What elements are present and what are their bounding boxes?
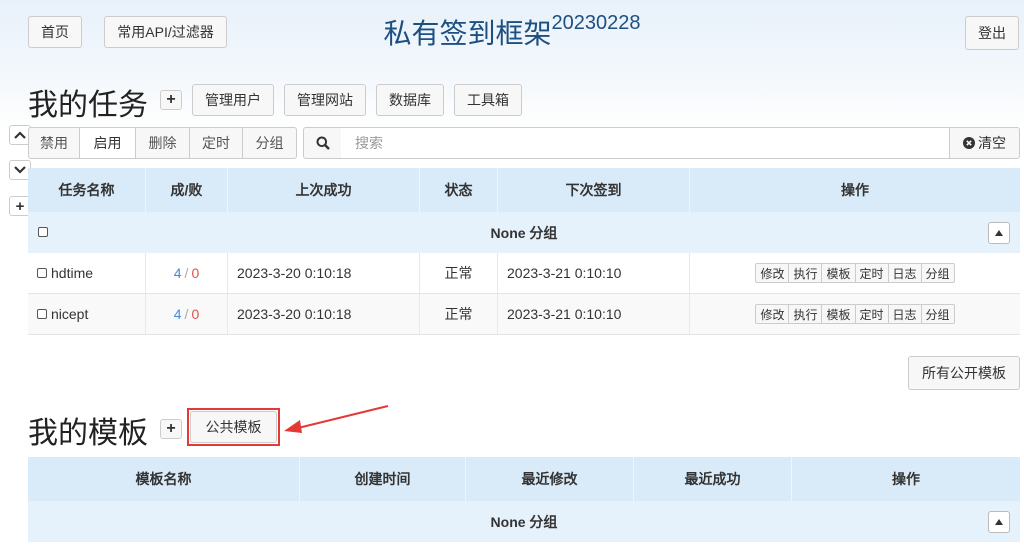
operations-cell: 修改 执行 模板 定时 日志 分组 — [690, 294, 1020, 334]
clear-icon — [963, 137, 975, 149]
chevron-up-icon — [14, 131, 26, 139]
group-op-button[interactable]: 分组 — [920, 304, 955, 324]
col-task-name[interactable]: 任务名称 — [28, 168, 146, 212]
last-success-cell: 2023-3-20 0:10:18 — [228, 294, 420, 334]
task-group-row: None 分组 — [28, 212, 1020, 253]
all-public-templates-button[interactable]: 所有公开模板 — [908, 356, 1020, 390]
table-row: nicept 4 / 0 2023-3-20 0:10:18 正常 2023-3… — [28, 294, 1020, 335]
count-separator: / — [184, 306, 189, 322]
search-button[interactable] — [303, 127, 342, 159]
group-label: None 分组 — [490, 224, 558, 241]
template-button[interactable]: 模板 — [821, 304, 856, 324]
task-table-header: 任务名称 成/败 上次成功 状态 下次签到 操作 — [28, 168, 1020, 212]
plus-icon: + — [166, 420, 176, 437]
add-task-button[interactable]: + — [160, 90, 182, 110]
col-success-fail[interactable]: 成/败 — [146, 168, 228, 212]
count-separator: / — [184, 265, 189, 281]
caret-up-icon — [995, 230, 1003, 236]
enable-button[interactable]: 启用 — [79, 127, 136, 159]
row-checkbox[interactable] — [37, 309, 47, 319]
logout-button[interactable]: 登出 — [965, 16, 1019, 50]
plus-icon: + — [166, 91, 176, 108]
delete-button[interactable]: 删除 — [135, 127, 190, 159]
success-fail-cell: 4 / 0 — [146, 294, 228, 334]
log-button[interactable]: 日志 — [887, 304, 922, 324]
disable-button[interactable]: 禁用 — [28, 127, 80, 159]
col-template-operations: 操作 — [892, 471, 920, 487]
status-cell: 正常 — [420, 294, 498, 334]
fail-count: 0 — [191, 265, 200, 281]
success-fail-cell: 4 / 0 — [146, 253, 228, 293]
timer-button[interactable]: 定时 — [854, 263, 889, 283]
template-button[interactable]: 模板 — [821, 263, 856, 283]
col-template-name[interactable]: 模板名称 — [28, 457, 300, 501]
search-icon — [316, 136, 330, 150]
run-button[interactable]: 执行 — [788, 263, 823, 283]
search-input[interactable]: 搜索 — [341, 127, 950, 159]
edit-button[interactable]: 修改 — [755, 263, 790, 283]
manage-sites-button[interactable]: 管理网站 — [284, 84, 366, 116]
plus-icon: + — [15, 197, 25, 215]
col-last-success[interactable]: 最近成功 — [634, 457, 792, 501]
run-button[interactable]: 执行 — [788, 304, 823, 324]
toolbox-button[interactable]: 工具箱 — [454, 84, 522, 116]
chevron-down-icon — [14, 166, 26, 174]
table-row — [28, 542, 1020, 557]
annotation-highlight-box — [187, 408, 280, 446]
last-success-cell: 2023-3-20 0:10:18 — [228, 253, 420, 293]
table-row: hdtime 4 / 0 2023-3-20 0:10:18 正常 2023-3… — [28, 253, 1020, 294]
success-count: 4 — [173, 306, 182, 322]
manage-users-button[interactable]: 管理用户 — [192, 84, 274, 116]
version-label: 20230228 — [551, 11, 641, 34]
col-operations: 操作 — [841, 182, 869, 198]
col-last-modified[interactable]: 最近修改 — [466, 457, 634, 501]
collapse-group-button[interactable] — [988, 511, 1010, 533]
templates-heading: 我的模板 — [28, 417, 148, 450]
schedule-button[interactable]: 定时 — [189, 127, 243, 159]
add-template-button[interactable]: + — [160, 419, 182, 439]
col-last-success[interactable]: 上次成功 — [228, 168, 420, 212]
row-checkbox[interactable] — [37, 268, 47, 278]
annotation-arrow-icon — [284, 405, 389, 433]
status-cell: 正常 — [420, 253, 498, 293]
task-name[interactable]: hdtime — [51, 265, 93, 281]
template-group-row: None 分组 — [28, 501, 1020, 542]
fail-count: 0 — [191, 306, 200, 322]
group-button[interactable]: 分组 — [242, 127, 297, 159]
tasks-heading: 我的任务 — [28, 89, 148, 122]
timer-button[interactable]: 定时 — [854, 304, 889, 324]
collapse-group-button[interactable] — [988, 222, 1010, 244]
caret-up-icon — [995, 519, 1003, 525]
next-checkin-cell: 2023-3-21 0:10:10 — [498, 253, 690, 293]
group-op-button[interactable]: 分组 — [920, 263, 955, 283]
clear-button[interactable]: 清空 — [949, 127, 1020, 159]
template-table-header: 模板名称 创建时间 最近修改 最近成功 操作 — [28, 457, 1020, 501]
database-button[interactable]: 数据库 — [376, 84, 444, 116]
log-button[interactable]: 日志 — [887, 263, 922, 283]
task-name-cell[interactable]: hdtime — [28, 253, 146, 293]
task-name[interactable]: nicept — [51, 306, 88, 322]
page-title: 私有签到框架20230228 — [383, 11, 641, 49]
success-count: 4 — [173, 265, 182, 281]
clear-label: 清空 — [978, 135, 1006, 151]
col-status[interactable]: 状态 — [420, 168, 498, 212]
group-label: None 分组 — [490, 513, 558, 530]
task-name-cell[interactable]: nicept — [28, 294, 146, 334]
col-next-checkin[interactable]: 下次签到 — [498, 168, 690, 212]
edit-button[interactable]: 修改 — [755, 304, 790, 324]
operations-cell: 修改 执行 模板 定时 日志 分组 — [690, 253, 1020, 293]
col-created-time[interactable]: 创建时间 — [300, 457, 466, 501]
next-checkin-cell: 2023-3-21 0:10:10 — [498, 294, 690, 334]
